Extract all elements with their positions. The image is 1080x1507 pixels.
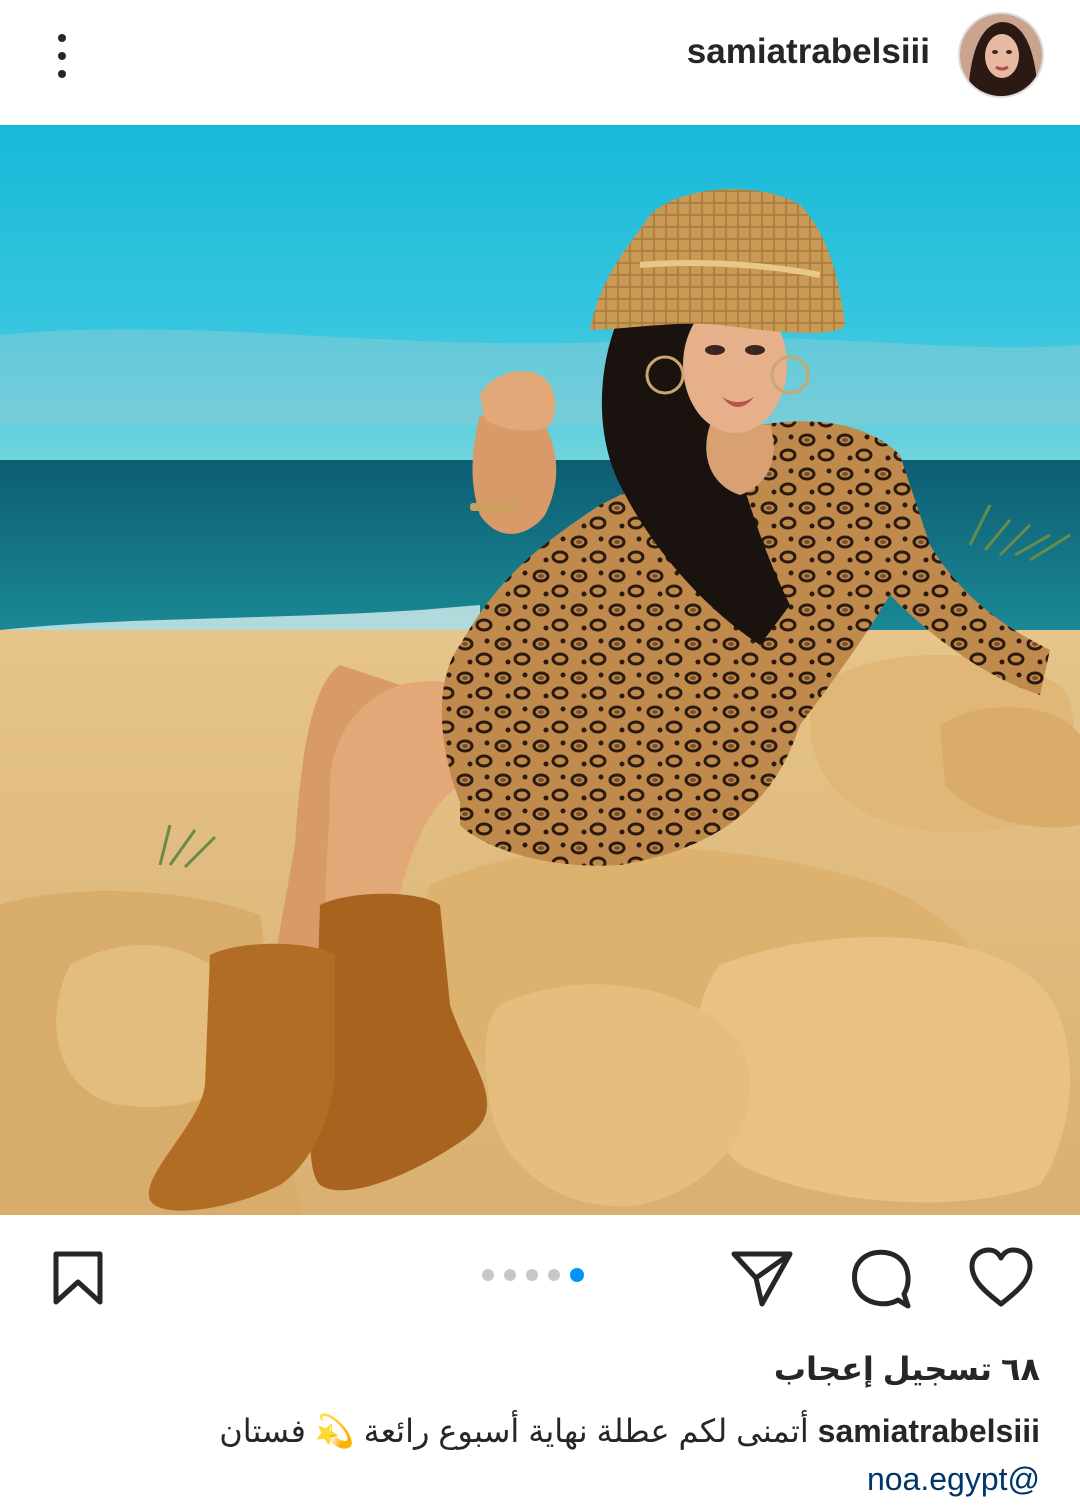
heart-icon — [969, 1247, 1033, 1307]
avatar[interactable] — [958, 12, 1044, 98]
carousel-dot — [482, 1269, 494, 1281]
carousel-dot-active — [570, 1268, 584, 1282]
caption-username[interactable]: samiatrabelsiii — [818, 1413, 1040, 1449]
save-button[interactable] — [50, 1250, 106, 1311]
post-caption: samiatrabelsiii أتمنى لكم عطلة نهاية أسب… — [80, 1409, 1040, 1453]
caption-mention-link[interactable]: @noa.egypt — [867, 1461, 1040, 1498]
comment-icon — [852, 1249, 911, 1309]
post-header: samiatrabelsiii — [0, 0, 1080, 125]
more-dot — [58, 70, 66, 78]
bookmark-icon — [53, 1251, 103, 1305]
send-icon — [731, 1251, 793, 1307]
carousel-dot — [504, 1269, 516, 1281]
caption-text: أتمنى لكم عطلة نهاية أسبوع رائعة 💫 فستان — [219, 1413, 809, 1449]
avatar-image — [960, 14, 1042, 96]
carousel-indicator — [482, 1268, 584, 1282]
like-button[interactable] — [968, 1246, 1034, 1317]
more-options-button[interactable] — [40, 28, 84, 84]
post-photo[interactable] — [0, 125, 1080, 1215]
post-username[interactable]: samiatrabelsiii — [687, 32, 930, 72]
carousel-dot — [548, 1269, 560, 1281]
share-button[interactable] — [730, 1246, 794, 1315]
more-vertical-icon — [58, 34, 66, 42]
more-dot — [58, 52, 66, 60]
likes-count[interactable]: ٦٨ تسجيل إعجاب — [774, 1350, 1040, 1388]
comment-button[interactable] — [848, 1246, 914, 1317]
carousel-dot — [526, 1269, 538, 1281]
